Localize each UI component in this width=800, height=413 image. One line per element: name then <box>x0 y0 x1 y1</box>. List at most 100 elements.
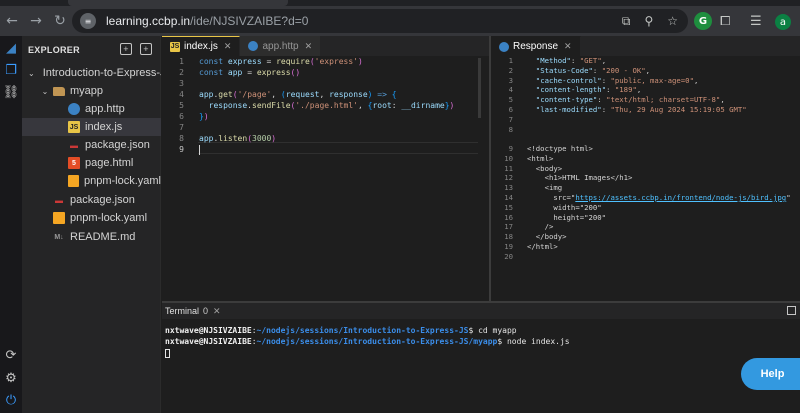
response-line: 2 "Status-Code": "200 - OK", <box>508 65 651 75</box>
response-line: 9 <!doctype html> <box>508 144 593 153</box>
tree-file-package-json[interactable]: ▬ package.json <box>22 136 161 154</box>
response-line: 10 <html> <box>504 153 554 163</box>
tree-file-app-http[interactable]: app.http <box>22 100 161 118</box>
response-tabs: Response ✕ <box>491 36 800 56</box>
code-line: 5 response.sendFile('./page.html', {root… <box>179 101 455 110</box>
file-explorer: EXPLORER + + ⌄ Introduction-to-Express-J… <box>22 36 161 413</box>
forward-icon[interactable]: → <box>24 9 48 33</box>
bookmark-star-icon[interactable]: ☆ <box>667 14 678 28</box>
reload-icon[interactable]: ↻ <box>48 9 72 33</box>
response-line: 13 <img <box>504 183 563 193</box>
power-icon[interactable]: ⏻ <box>3 392 19 408</box>
tab-terminal[interactable]: Terminal <box>165 306 199 316</box>
logo-icon: ◢ <box>6 40 16 56</box>
js-file-icon: JS <box>170 41 180 52</box>
markdown-file-icon: M↓ <box>54 233 64 241</box>
activity-bar: ◢ ❐ ⛓ ⟳ ⚙ ⏻ <box>0 36 22 413</box>
response-line: 7 <box>508 114 513 124</box>
terminal-count: 0 <box>203 306 209 316</box>
response-line: 18 </body> <box>504 232 567 242</box>
tab-app-http[interactable]: app.http ✕ <box>240 36 322 56</box>
terminal-line: nxtwave@NJSIVZAIBE:~/nodejs/sessions/Int… <box>165 337 570 346</box>
tree-folder-myapp[interactable]: ⌄ myapp <box>22 82 161 100</box>
site-info-icon[interactable]: ≡ <box>80 13 96 29</box>
tree-file-root-package-json[interactable]: ▬ package.json <box>22 191 161 209</box>
http-file-icon <box>499 41 509 52</box>
terminal-line: nxtwave@NJSIVZAIBE:~/nodejs/sessions/Int… <box>165 326 517 335</box>
link-icon[interactable]: ⛓ <box>3 84 20 100</box>
sync-icon[interactable]: ⟳ <box>3 347 19 363</box>
maximize-panel-icon[interactable] <box>787 306 796 315</box>
code-line: 4 app.get('/page', (request, response) =>… <box>179 90 397 99</box>
explorer-header: EXPLORER + + <box>22 36 160 64</box>
tree-file-index-js[interactable]: JS index.js <box>22 118 161 136</box>
code-line: 1 const express = require('express') <box>179 57 363 66</box>
tree-file-page-html[interactable]: 5 page.html <box>22 154 161 172</box>
close-icon[interactable]: ✕ <box>213 306 221 317</box>
response-line: 16 height="200" <box>504 212 607 222</box>
grammarly-extension-icon[interactable]: G <box>694 12 712 30</box>
help-button[interactable]: Help <box>741 358 800 390</box>
editor-scrollbar[interactable] <box>478 58 481 118</box>
url-text[interactable]: learning.ccbp.in/ide/NJSIVZAIBE?d=0 <box>106 14 308 28</box>
code-line: 6}) <box>179 112 209 121</box>
js-file-icon: JS <box>68 121 80 133</box>
terminal-panel[interactable]: Terminal 0 ✕ nxtwave@NJSIVZAIBE:~/nodejs… <box>162 303 800 413</box>
profile-avatar[interactable]: a <box>775 14 791 30</box>
image-url-link[interactable]: https://assets.ccbp.in/frontend/node-js/… <box>575 193 786 202</box>
response-line: 17 /> <box>504 222 554 232</box>
yaml-file-icon <box>68 175 79 187</box>
response-panel: Response ✕ 1 "Method": "GET", 2 "Status-… <box>491 36 800 301</box>
new-file-icon[interactable]: + <box>120 43 132 55</box>
tab-response[interactable]: Response ✕ <box>491 36 581 56</box>
code-editor: JS index.js ✕ app.http ✕ 1 const express … <box>162 36 489 301</box>
terminal-header: Terminal 0 ✕ <box>162 303 800 319</box>
tree-file-pnpm-lock[interactable]: pnpm-lock.yaml <box>22 172 161 190</box>
tab-index-js[interactable]: JS index.js ✕ <box>162 36 241 56</box>
address-bar[interactable]: ≡ learning.ccbp.in/ide/NJSIVZAIBE?d=0 ⧉ … <box>72 9 688 33</box>
browser-toolbar: ← → ↻ ≡ learning.ccbp.in/ide/NJSIVZAIBE?… <box>0 6 800 36</box>
response-line: 15 width="200" <box>504 202 602 212</box>
response-line: 8 <box>508 124 513 134</box>
response-line: 11 <body> <box>504 163 563 173</box>
folder-icon <box>53 86 65 96</box>
response-line: 5 "content-type": "text/html; charset=UT… <box>508 95 725 105</box>
back-icon[interactable]: ← <box>0 9 24 33</box>
editor-tabs: JS index.js ✕ app.http ✕ <box>162 36 489 56</box>
response-line: 3 "cache-control": "public, max-age=0", <box>508 75 699 85</box>
response-line: 14 src="https://assets.ccbp.in/frontend/… <box>504 193 791 202</box>
json-file-icon: ▬ <box>70 140 78 150</box>
chevron-down-icon: ⌄ <box>28 68 35 78</box>
extensions-puzzle-icon[interactable]: ⧠ <box>720 9 730 33</box>
close-icon[interactable]: ✕ <box>224 41 232 52</box>
http-file-icon <box>248 41 259 51</box>
tree-folder-root[interactable]: ⌄ Introduction-to-Express-JS <box>22 64 161 82</box>
explorer-files-icon[interactable]: ❐ <box>3 62 19 78</box>
response-line: 20 <box>504 251 513 261</box>
code-line: 2 const app = express() <box>179 68 301 77</box>
json-file-icon: ▬ <box>55 195 63 205</box>
response-line: 19 </html> <box>504 242 558 251</box>
code-line: 9 <box>162 144 489 155</box>
tree-file-readme[interactable]: M↓ README.md <box>22 228 161 246</box>
terminal-cursor <box>165 349 170 358</box>
settings-gear-icon[interactable]: ⚙ <box>3 370 19 386</box>
install-app-icon[interactable]: ⧉ <box>622 14 631 29</box>
new-folder-icon[interactable]: + <box>140 43 152 55</box>
code-line: 3 <box>179 79 184 88</box>
http-file-icon <box>68 103 80 115</box>
text-caret <box>199 144 200 155</box>
zoom-icon[interactable]: ⚲ <box>644 14 653 28</box>
code-line: 7 <box>179 123 184 132</box>
response-line: 4 "content-length": "189", <box>508 85 642 95</box>
response-line: 1 "Method": "GET", <box>508 56 607 65</box>
yaml-file-icon <box>53 212 65 224</box>
explorer-title: EXPLORER <box>28 45 80 55</box>
response-line: 12 <h1>HTML Images</h1> <box>504 173 633 183</box>
reading-list-icon[interactable]: ☰ <box>750 9 762 33</box>
close-icon[interactable]: ✕ <box>564 41 572 52</box>
tree-file-root-pnpm-lock[interactable]: pnpm-lock.yaml <box>22 209 161 227</box>
close-icon[interactable]: ✕ <box>305 41 313 52</box>
code-line: 8 app.listen(3000) <box>179 134 277 143</box>
chevron-down-icon: ⌄ <box>41 86 49 96</box>
